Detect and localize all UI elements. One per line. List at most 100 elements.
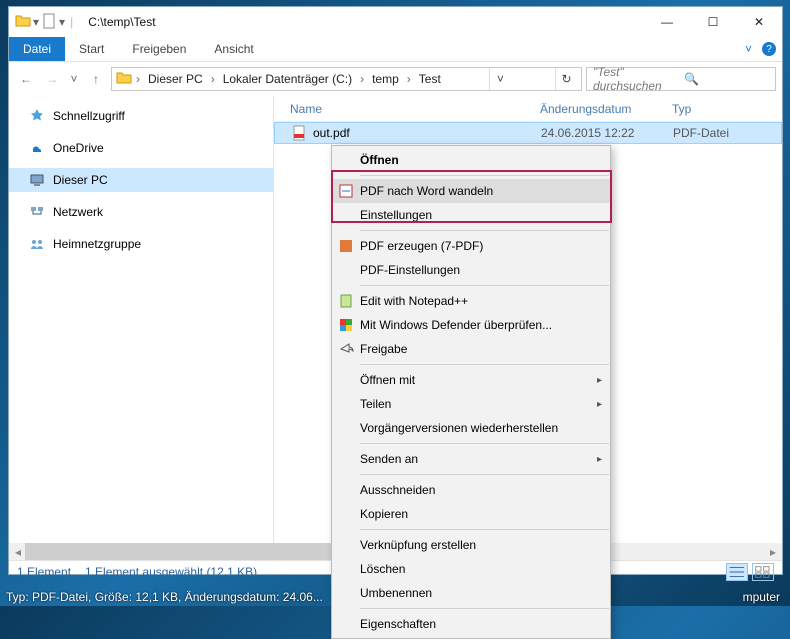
navigation-bar: ← → ˅ ↑ › Dieser PC › Lokaler Datenträge… [9,62,782,96]
refresh-icon[interactable]: ↻ [555,68,577,90]
chevron-right-icon: ▸ [597,454,602,465]
search-placeholder: "Test" durchsuchen [593,65,678,93]
doc-icon[interactable] [41,13,57,32]
scroll-right-icon[interactable]: ▸ [766,545,780,559]
users-icon [29,236,45,252]
status-selection: 1 Element ausgewählt (12,1 KB) [85,565,257,579]
menu-item-settings[interactable]: Einstellungen [332,203,610,227]
tree-item-onedrive[interactable]: OneDrive [9,136,273,160]
maximize-button[interactable]: ☐ [690,7,736,37]
menu-item-pdf-to-word[interactable]: PDF nach Word wandeln [332,179,610,203]
cloud-icon [29,140,45,156]
navigation-tree: Schnellzugriff OneDrive Dieser PC Netzwe… [9,96,274,543]
tree-label: Netzwerk [53,205,103,219]
menu-separator [360,529,609,530]
menu-item-delete[interactable]: Löschen [332,557,610,581]
col-name[interactable]: Name [290,102,540,116]
menu-item-copy[interactable]: Kopieren [332,502,610,526]
breadcrumb[interactable]: Lokaler Datenträger (C:) [219,72,356,86]
address-dropdown-icon[interactable]: ˅ [489,68,511,90]
column-headers: Name Änderungsdatum Typ [274,96,782,122]
menu-separator [360,474,609,475]
chevron-down-icon[interactable]: ▾ [59,15,65,29]
file-date: 24.06.2015 12:22 [541,126,673,140]
ribbon-expand-icon[interactable]: ˅ [745,42,752,56]
breadcrumb[interactable]: temp [368,72,403,86]
tray-text: mputer [743,590,780,604]
tree-item-network[interactable]: Netzwerk [9,200,273,224]
tree-label: Schnellzugriff [53,109,125,123]
address-bar[interactable]: › Dieser PC › Lokaler Datenträger (C:) ›… [111,67,582,91]
menu-separator [360,285,609,286]
view-details-button[interactable] [726,563,748,581]
menu-item-rename[interactable]: Umbenennen [332,581,610,605]
menu-item-pdf-create[interactable]: PDF erzeugen (7-PDF) [332,234,610,258]
convert-icon [338,183,354,199]
context-menu: Öffnen PDF nach Word wandeln Einstellung… [331,145,611,639]
tree-label: Heimnetzgruppe [53,237,141,251]
tab-start[interactable]: Start [65,37,118,61]
window-title: C:\temp\Test [82,15,644,29]
minimize-button[interactable]: — [644,7,690,37]
menu-item-send-to[interactable]: Senden an▸ [332,447,610,471]
scroll-left-icon[interactable]: ◂ [11,545,25,559]
col-type[interactable]: Typ [672,102,772,116]
up-button[interactable]: ↑ [85,68,107,90]
menu-item-properties[interactable]: Eigenschaften [332,612,610,636]
menu-item-notepad[interactable]: Edit with Notepad++ [332,289,610,313]
tab-file[interactable]: Datei [9,37,65,61]
tree-label: Dieser PC [53,173,108,187]
recent-dropdown[interactable]: ˅ [67,68,81,90]
col-date[interactable]: Änderungsdatum [540,102,672,116]
breadcrumb[interactable]: Dieser PC [144,72,207,86]
tab-share[interactable]: Freigeben [118,37,200,61]
file-name: out.pdf [313,126,350,140]
search-input[interactable]: "Test" durchsuchen 🔍 [586,67,776,91]
tree-item-this-pc[interactable]: Dieser PC [9,168,273,192]
folder-icon [116,70,132,89]
chevron-right-icon[interactable]: › [211,72,215,86]
star-icon [29,108,45,124]
pdf-icon [338,238,354,254]
shield-icon [338,317,354,333]
chevron-right-icon[interactable]: › [407,72,411,86]
menu-item-defender[interactable]: Mit Windows Defender überprüfen... [332,313,610,337]
menu-item-open[interactable]: Öffnen [332,148,610,172]
tree-item-quick-access[interactable]: Schnellzugriff [9,104,273,128]
chevron-down-icon[interactable]: ▾ [33,15,39,29]
view-large-button[interactable] [752,563,774,581]
chevron-right-icon[interactable]: › [136,72,140,86]
tree-item-homegroup[interactable]: Heimnetzgruppe [9,232,273,256]
table-row[interactable]: out.pdf 24.06.2015 12:22 PDF-Datei [274,122,782,144]
titlebar: ▾ ▾ | C:\temp\Test — ☐ ✕ [9,7,782,37]
close-button[interactable]: ✕ [736,7,782,37]
menu-separator [360,175,609,176]
menu-item-share-with[interactable]: Teilen▸ [332,392,610,416]
pdf-file-icon [291,125,307,141]
forward-button[interactable]: → [41,68,63,90]
menu-item-freigabe[interactable]: Freigabe [332,337,610,361]
notepad-icon [338,293,354,309]
search-icon[interactable]: 🔍 [684,72,769,86]
folder-icon [15,13,31,32]
menu-item-restore-versions[interactable]: Vorgängerversionen wiederherstellen [332,416,610,440]
menu-separator [360,443,609,444]
back-button[interactable]: ← [15,68,37,90]
network-icon [29,204,45,220]
menu-item-cut[interactable]: Ausschneiden [332,478,610,502]
help-icon[interactable]: ? [762,42,776,56]
share-icon [338,341,354,357]
tab-view[interactable]: Ansicht [200,37,267,61]
menu-separator [360,230,609,231]
status-count: 1 Element [17,565,71,579]
menu-item-open-with[interactable]: Öffnen mit▸ [332,368,610,392]
menu-separator [360,364,609,365]
ribbon: Datei Start Freigeben Ansicht ˅ ? [9,37,782,62]
menu-item-create-shortcut[interactable]: Verknüpfung erstellen [332,533,610,557]
chevron-right-icon: ▸ [597,375,602,386]
file-type: PDF-Datei [673,126,773,140]
menu-item-pdf-settings[interactable]: PDF-Einstellungen [332,258,610,282]
tooltip-text: Typ: PDF-Datei, Größe: 12,1 KB, Änderung… [6,590,323,604]
breadcrumb[interactable]: Test [415,72,445,86]
chevron-right-icon[interactable]: › [360,72,364,86]
